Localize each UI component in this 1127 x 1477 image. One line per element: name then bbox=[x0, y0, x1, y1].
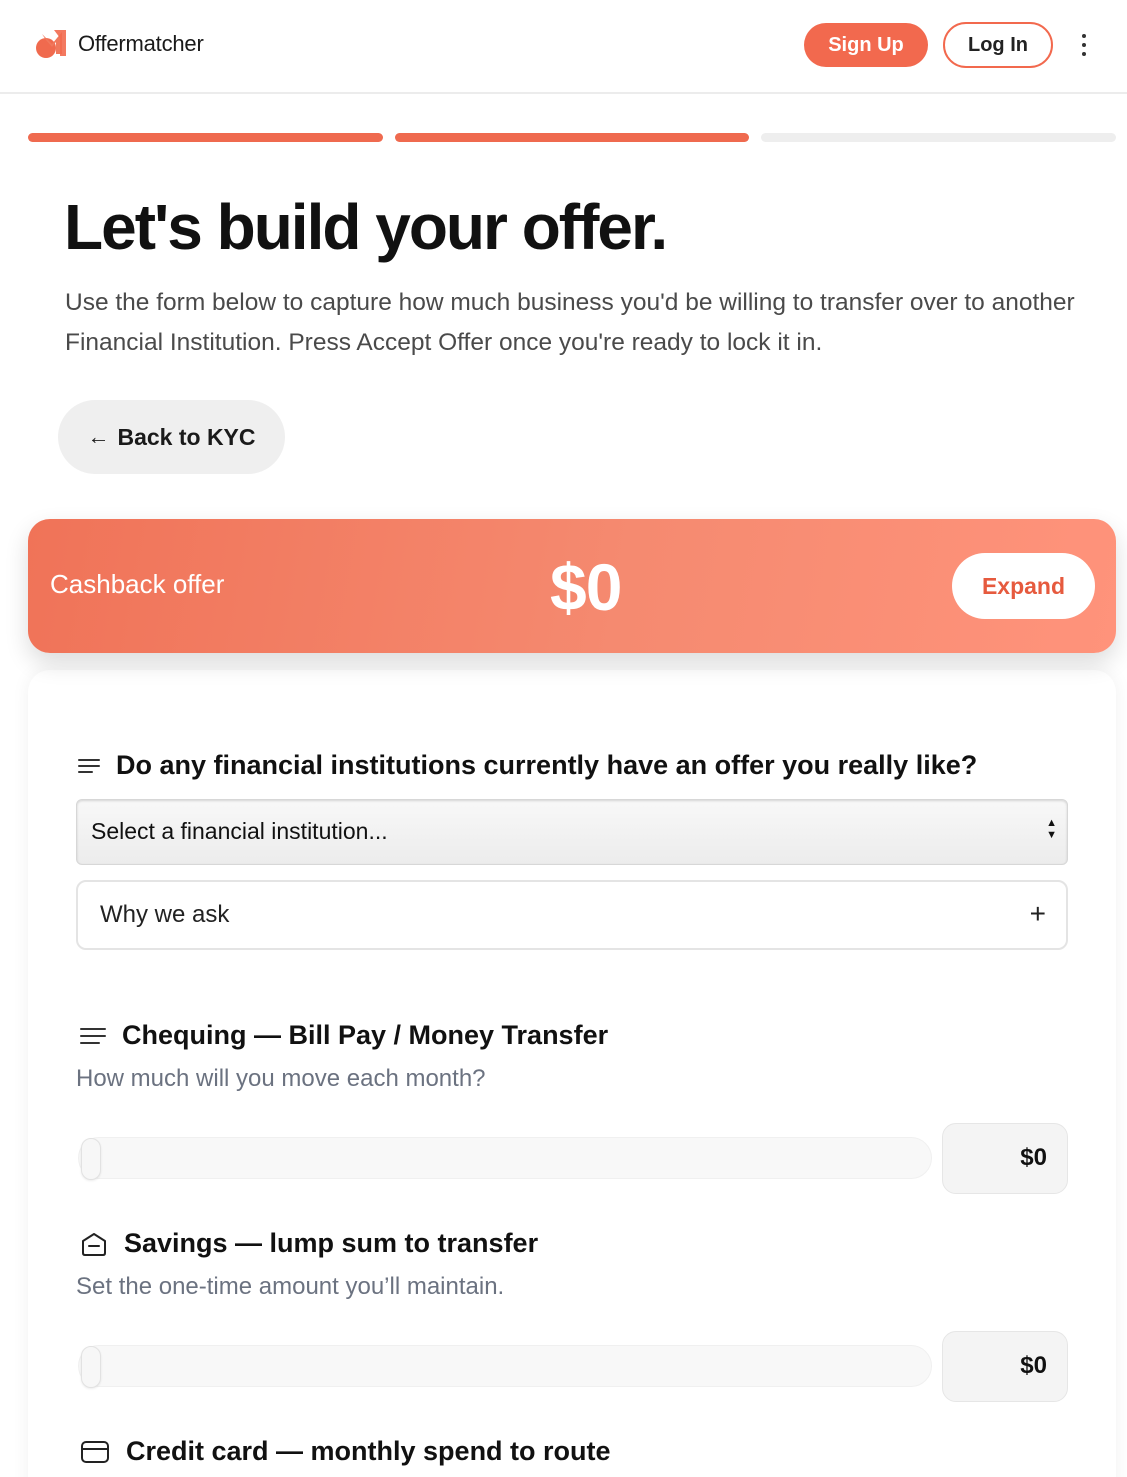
cashback-label: Cashback offer bbox=[50, 569, 225, 599]
back-button-label: Back to KYC bbox=[117, 423, 256, 450]
chequing-slider-thumb[interactable] bbox=[81, 1138, 101, 1180]
page-title: Let's build your offer. bbox=[64, 191, 668, 263]
text-lines-icon bbox=[80, 1027, 106, 1044]
institution-question: Do any financial institutions currently … bbox=[78, 750, 977, 781]
top-navbar: Offermatcher Sign Up Log In bbox=[0, 0, 1127, 94]
why-we-ask-accordion[interactable]: Why we ask + bbox=[76, 880, 1068, 950]
savings-value: $0 bbox=[1020, 1352, 1047, 1379]
progress-step-1 bbox=[28, 133, 383, 142]
offermatcher-logo-icon bbox=[36, 30, 66, 58]
credit-card-section: Credit card — monthly spend to route bbox=[80, 1436, 611, 1467]
chequing-value-box[interactable]: $0 bbox=[942, 1123, 1068, 1194]
chequing-subtext: How much will you move each month? bbox=[76, 1065, 486, 1092]
progress-step-3 bbox=[761, 133, 1117, 142]
chequing-slider[interactable] bbox=[78, 1137, 932, 1180]
more-options-icon[interactable] bbox=[1072, 28, 1096, 62]
cashback-offer-banner: Cashback offer $0 Expand bbox=[28, 519, 1116, 653]
credit-card-icon bbox=[81, 1440, 109, 1463]
savings-subtext: Set the one-time amount you’ll maintain. bbox=[76, 1273, 505, 1300]
savings-value-box[interactable]: $0 bbox=[942, 1331, 1068, 1402]
institution-select[interactable]: Select a financial institution... ▲ ▼ bbox=[76, 799, 1068, 865]
savings-slider-thumb[interactable] bbox=[81, 1346, 101, 1388]
savings-slider[interactable] bbox=[78, 1345, 932, 1388]
back-to-kyc-button[interactable]: ← Back to KYC bbox=[58, 400, 285, 474]
piggy-bank-icon bbox=[82, 1232, 106, 1256]
chequing-value: $0 bbox=[1020, 1144, 1047, 1171]
text-lines-icon bbox=[78, 758, 100, 773]
why-we-ask-label: Why we ask bbox=[100, 901, 230, 928]
institution-question-heading: Do any financial institutions currently … bbox=[116, 750, 978, 780]
expand-button[interactable]: Expand bbox=[952, 553, 1095, 619]
sign-up-button[interactable]: Sign Up bbox=[804, 23, 928, 67]
brand-name: Offermatcher bbox=[78, 31, 204, 56]
step-progress bbox=[28, 133, 1117, 143]
chequing-section: Chequing — Bill Pay / Money Transfer bbox=[80, 1020, 608, 1051]
credit-card-heading: Credit card — monthly spend to route bbox=[126, 1436, 611, 1466]
plus-icon: + bbox=[1029, 898, 1046, 929]
savings-heading: Savings — lump sum to transfer bbox=[124, 1228, 539, 1258]
page-subtitle: Use the form below to capture how much b… bbox=[65, 289, 1075, 356]
brand-logo[interactable]: Offermatcher bbox=[34, 26, 204, 62]
savings-section: Savings — lump sum to transfer bbox=[80, 1228, 538, 1259]
progress-step-2 bbox=[394, 133, 750, 142]
select-updown-icon: ▲ ▼ bbox=[1046, 817, 1057, 841]
arrow-left-icon: ← bbox=[87, 424, 110, 449]
log-in-button[interactable]: Log In bbox=[943, 22, 1053, 68]
institution-select-value: Select a financial institution... bbox=[91, 818, 388, 844]
cashback-amount: $0 bbox=[550, 550, 622, 624]
chequing-heading: Chequing — Bill Pay / Money Transfer bbox=[122, 1020, 609, 1050]
